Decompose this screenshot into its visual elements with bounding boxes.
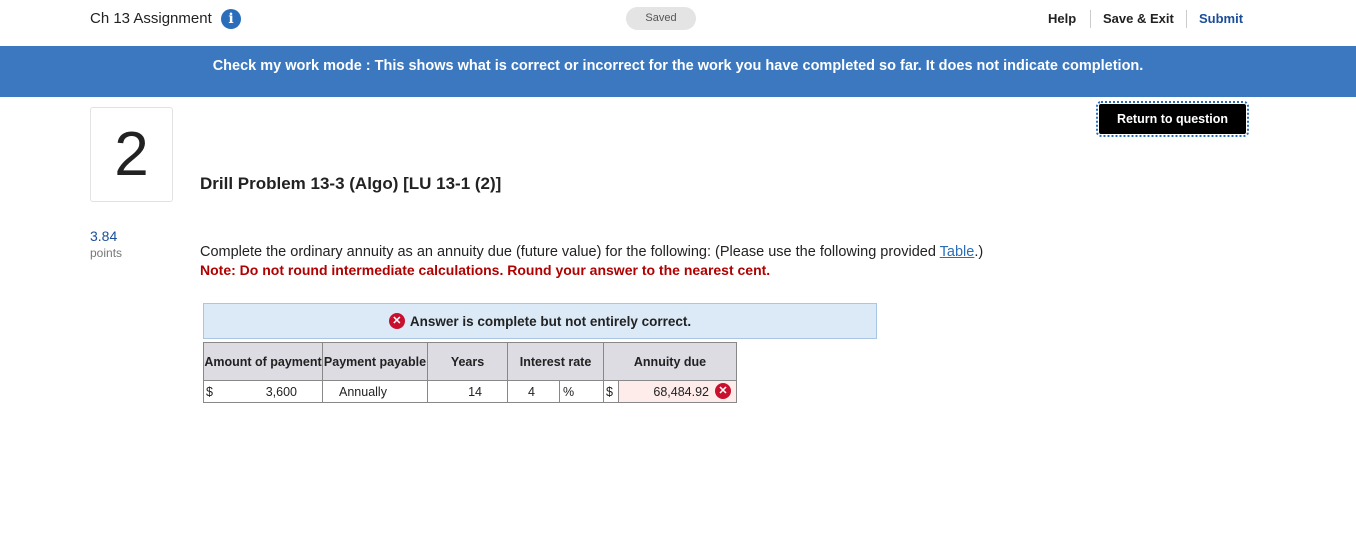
assignment-title: Ch 13 Assignment	[90, 10, 212, 27]
amount-value: 3,600	[265, 384, 297, 399]
rate-unit: %	[559, 380, 604, 403]
feedback-box: ✕ Answer is complete but not entirely co…	[203, 303, 877, 339]
nav-divider	[1186, 10, 1187, 28]
annuity-currency: $	[603, 380, 619, 403]
error-icon: ✕	[388, 313, 405, 329]
save-exit-link[interactable]: Save & Exit	[1103, 11, 1174, 26]
years-cell: 14	[427, 380, 508, 403]
feedback-text: Answer is complete but not entirely corr…	[409, 313, 692, 329]
rounding-note: Note: Do not round intermediate calculat…	[200, 262, 771, 278]
header-years: Years	[427, 342, 508, 381]
points-label: points	[90, 246, 123, 260]
instructions-text: Complete the ordinary annuity as an annu…	[200, 244, 940, 260]
incorrect-icon: ✕	[715, 383, 731, 399]
nav-divider	[1090, 10, 1091, 28]
instructions-text-end: .)	[974, 244, 984, 260]
points-value: 3.84	[90, 228, 118, 244]
header-payment-payable: Payment payable	[322, 342, 428, 381]
check-my-work-banner: Check my work mode : This shows what is …	[0, 46, 1356, 97]
header-annuity-due: Annuity due	[603, 342, 737, 381]
table-row: $ 3,600 Annually 14 4 % $ 68,484.92 ✕	[203, 380, 737, 403]
question-number: 2	[90, 107, 173, 202]
info-icon[interactable]: i	[221, 9, 241, 29]
instructions: Complete the ordinary annuity as an annu…	[200, 244, 983, 260]
top-bar: Ch 13 Assignment i Saved Help Save & Exi…	[0, 0, 1356, 46]
table-link[interactable]: Table	[940, 244, 975, 260]
problem-title: Drill Problem 13-3 (Algo) [LU 13-1 (2)]	[200, 174, 502, 193]
annuity-due-input[interactable]: 68,484.92 ✕	[618, 380, 737, 403]
amount-cell: $ 3,600	[203, 380, 323, 403]
header-interest-rate: Interest rate	[507, 342, 604, 381]
return-to-question-button[interactable]: Return to question	[1096, 101, 1249, 137]
header-amount-of-payment: Amount of payment	[203, 342, 323, 381]
submit-link[interactable]: Submit	[1199, 11, 1243, 26]
annuity-due-value: 68,484.92	[653, 384, 709, 399]
rate-cell: 4	[507, 380, 560, 403]
saved-status-badge: Saved	[626, 7, 696, 30]
help-link[interactable]: Help	[1048, 11, 1076, 26]
amount-currency: $	[206, 384, 213, 399]
answer-table: Amount of payment Payment payable Years …	[203, 342, 737, 403]
payable-cell: Annually	[322, 380, 428, 403]
